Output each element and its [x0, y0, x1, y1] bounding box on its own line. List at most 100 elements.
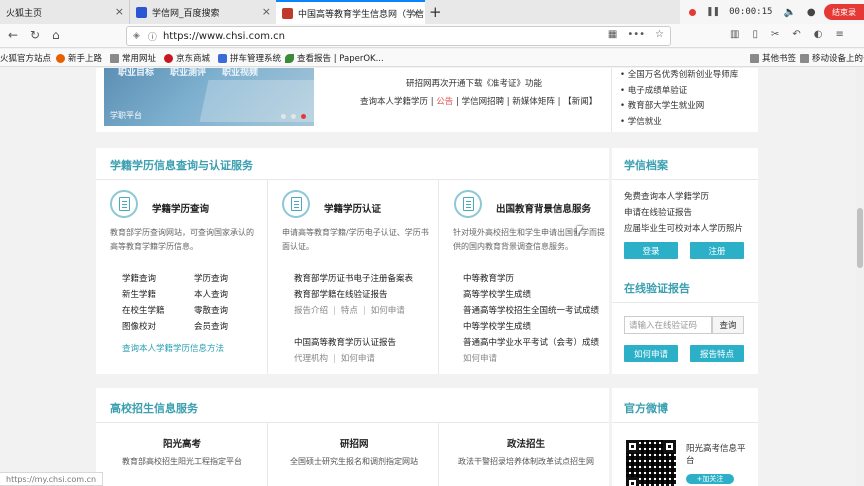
banner-tab[interactable]: 职业视频: [222, 68, 258, 78]
bookmark-getting-started[interactable]: 新手上路: [56, 52, 102, 64]
sidebar-icon[interactable]: ▯: [752, 29, 758, 40]
service-title[interactable]: 学籍学历认证: [324, 201, 381, 215]
close-icon[interactable]: ×: [412, 7, 421, 20]
home-icon[interactable]: ⌂: [52, 28, 60, 42]
link-xueli-query[interactable]: 学历查询: [194, 272, 228, 284]
bookmark-mobile[interactable]: 移动设备上的书: [800, 52, 864, 64]
career-banner[interactable]: 职业目标 职业测评 职业视频 学职平台: [104, 68, 314, 126]
service-title[interactable]: 学籍学历查询: [152, 201, 209, 215]
site-info-icon[interactable]: ⓘ: [148, 30, 157, 43]
carousel-dot[interactable]: [281, 114, 286, 119]
news-line[interactable]: 研招网再次开通下载《准考证》功能: [406, 77, 542, 89]
link-certification-report[interactable]: 中国高等教育学历认证报告: [294, 336, 396, 348]
close-icon[interactable]: ×: [115, 5, 124, 18]
link-huikao-scores[interactable]: 普通高中学业水平考试（会考）成绩: [463, 336, 599, 348]
menu-icon[interactable]: ≡: [835, 29, 843, 40]
link-recruit[interactable]: 学信网招聘: [462, 97, 505, 107]
link-notice[interactable]: 公告: [436, 97, 453, 107]
link-report-intro[interactable]: 报告介绍: [294, 306, 328, 316]
reload-icon[interactable]: ↻: [30, 28, 40, 42]
enroll-desc: 全国硕士研究生报名和调剂指定网站: [290, 457, 418, 466]
bookmark-paperok[interactable]: 查看报告 | PaperOK...: [285, 52, 384, 64]
weibo-account[interactable]: 阳光高考信息平台: [686, 443, 746, 467]
page-viewport: 职业目标 职业测评 职业视频 学职平台 研招网再次开通下载《准考证》功能 查询本…: [0, 68, 864, 486]
scroll-thumb[interactable]: [857, 208, 863, 268]
bookmark-common-sites[interactable]: 常用网址: [110, 52, 156, 64]
link-image-check[interactable]: 图像校对: [122, 320, 156, 332]
banner-label: 学职平台: [110, 111, 142, 120]
report-features-button[interactable]: 报告特点: [690, 345, 744, 362]
bookmark-carpool[interactable]: 拼车管理系统: [218, 52, 281, 64]
library-icon[interactable]: ▥: [730, 29, 739, 40]
link-middle-school-grades[interactable]: 中等学校学生成绩: [463, 320, 531, 332]
carousel-dot-active[interactable]: [301, 114, 306, 119]
bookmark-firefox-site[interactable]: 火狐官方站点: [0, 52, 51, 64]
enroll-zhengfa-title[interactable]: 政法招生: [507, 436, 545, 450]
list-item[interactable]: • 全国万名优秀创新创业导师库: [620, 68, 738, 84]
speaker-icon[interactable]: 🔈: [783, 7, 795, 18]
new-tab-button[interactable]: +: [429, 3, 442, 21]
archive-line[interactable]: 应届毕业生可校对本人学历照片: [624, 222, 743, 234]
qr-code-icon[interactable]: ▦: [608, 29, 617, 40]
scrollbar[interactable]: [856, 68, 864, 486]
link-how-apply[interactable]: 如何申请: [371, 306, 405, 316]
verify-query-button[interactable]: 查询: [712, 316, 744, 334]
banner-tab[interactable]: 职业目标: [118, 68, 154, 78]
tab-strip: 火狐主页 × 学信网_百度搜索 × 中国高等教育学生信息网（学信 × + ❚❚ …: [0, 0, 864, 24]
list-item[interactable]: • 电子成绩单验证: [620, 84, 738, 100]
how-apply-button[interactable]: 如何申请: [624, 345, 678, 362]
shield-icon[interactable]: ◈: [133, 31, 140, 41]
link-member-query[interactable]: 会员查询: [194, 320, 228, 332]
carousel-dot[interactable]: [291, 114, 296, 119]
close-icon[interactable]: ×: [262, 5, 271, 18]
list-item[interactable]: • 教育部大学生就业网: [620, 99, 738, 115]
bookmark-other[interactable]: 其他书签: [750, 52, 796, 64]
archive-line[interactable]: 申请在线验证报告: [624, 206, 692, 218]
link-media[interactable]: 新媒体矩阵: [512, 97, 555, 107]
link-in-school[interactable]: 在校生学籍: [122, 304, 165, 316]
link-scattered-query[interactable]: 零散查询: [194, 304, 228, 316]
fire-icon: [56, 53, 65, 63]
archive-line[interactable]: 免费查询本人学籍学历: [624, 190, 709, 202]
follow-button[interactable]: +加关注: [686, 474, 734, 484]
undo-icon[interactable]: ↶: [792, 29, 800, 40]
microphone-icon[interactable]: ●: [807, 7, 816, 18]
banner-tab[interactable]: 职业测评: [170, 68, 206, 78]
link-query-self[interactable]: 查询本人学籍学历: [360, 97, 428, 107]
link-registration-record[interactable]: 教育部学历证书电子注册备案表: [294, 272, 413, 284]
link-news[interactable]: 【新闻】: [563, 97, 597, 107]
link-college-grades[interactable]: 高等学校学生成绩: [463, 288, 531, 300]
link-online-verify-report[interactable]: 教育部学籍在线验证报告: [294, 288, 388, 300]
tab-chsi[interactable]: 中国高等教育学生信息网（学信 ×: [276, 0, 425, 24]
link-xueji-query[interactable]: 学籍查询: [122, 272, 156, 284]
link-self-query[interactable]: 本人查询: [194, 288, 228, 300]
pause-icon[interactable]: ❚❚: [706, 7, 720, 17]
tab-firefox-home[interactable]: 火狐主页 ×: [0, 0, 128, 24]
enroll-gaokao-title[interactable]: 阳光高考: [163, 436, 201, 450]
link-new-student[interactable]: 新生学籍: [122, 288, 156, 300]
bookmark-star-icon[interactable]: ☆: [655, 29, 664, 40]
login-button[interactable]: 登录: [624, 242, 678, 259]
more-icon[interactable]: •••: [627, 29, 645, 40]
link-query-method[interactable]: 查询本人学籍学历信息方法: [122, 342, 224, 354]
bookmark-jd[interactable]: 京东商城: [164, 52, 210, 64]
address-bar[interactable]: ◈ ⓘ https://www.chsi.com.cn ▦ ••• ☆: [126, 26, 671, 46]
url-text[interactable]: https://www.chsi.com.cn: [163, 31, 285, 42]
form-icon: [454, 190, 482, 218]
link-secondary-edu[interactable]: 中等教育学历: [463, 272, 514, 284]
link-agency[interactable]: 代理机构: [294, 354, 328, 364]
register-button[interactable]: 注册: [690, 242, 744, 259]
link-features[interactable]: 特点: [341, 306, 358, 316]
link-how-apply[interactable]: 如何申请: [463, 352, 497, 364]
verify-code-input[interactable]: 请输入在线验证码: [624, 316, 712, 334]
enroll-yanzhao-title[interactable]: 研招网: [340, 436, 369, 450]
tab-baidu-search[interactable]: 学信网_百度搜索 ×: [129, 0, 275, 24]
list-item[interactable]: • 学信就业: [620, 115, 738, 131]
screenshot-icon[interactable]: ✂: [771, 29, 779, 40]
link-gaokao-scores[interactable]: 普通高等学校招生全国统一考试成绩: [463, 304, 599, 316]
back-icon[interactable]: ←: [8, 28, 18, 42]
link-how-apply[interactable]: 如何申请: [341, 354, 375, 364]
service-title[interactable]: 出国教育背景信息服务: [496, 201, 591, 215]
extension-icon[interactable]: ◐: [814, 29, 823, 40]
end-recording-button[interactable]: 结束录: [824, 4, 864, 20]
